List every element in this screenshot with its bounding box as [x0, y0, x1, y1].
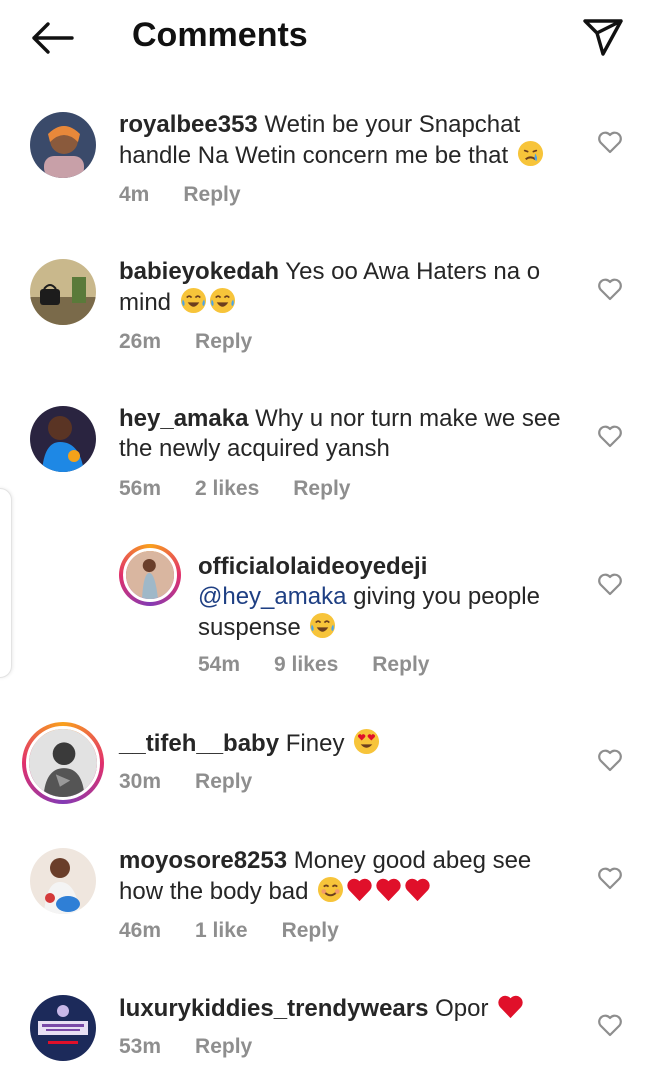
- mention-link[interactable]: @hey_amaka: [198, 583, 346, 610]
- red-heart-emoji: [346, 876, 373, 903]
- comment-meta: 56m 2 likes Reply: [119, 477, 384, 501]
- comment-meta: 54m 9 likes Reply: [198, 653, 463, 677]
- comment-time: 46m: [119, 919, 162, 942]
- comment-body: Wetin be your Snapchat: [264, 111, 521, 138]
- comment-username[interactable]: luxurykiddies_trendywears: [119, 995, 428, 1022]
- like-heart-icon[interactable]: [597, 1013, 623, 1037]
- comment-likes[interactable]: 2 likes: [195, 477, 259, 500]
- comment-text: __tifeh__baby Finey: [119, 728, 380, 759]
- crying-face-emoji: [517, 140, 544, 167]
- reply-button[interactable]: Reply: [195, 330, 252, 353]
- comment-meta: 46m 1 like Reply: [119, 919, 373, 943]
- comment-time: 4m: [119, 183, 150, 206]
- comment-time: 53m: [119, 1035, 162, 1058]
- comment-body: Why u nor turn make we see: [255, 405, 561, 432]
- reply-button[interactable]: Reply: [372, 653, 429, 676]
- comment-likes[interactable]: 9 likes: [274, 653, 338, 676]
- comment-username[interactable]: royalbee353: [119, 111, 258, 138]
- comment-username[interactable]: hey_amaka: [119, 405, 248, 432]
- like-heart-icon[interactable]: [597, 572, 623, 596]
- comment-body: Finey: [285, 730, 345, 757]
- comment-text: hey_amaka Why u nor turn make we see the…: [119, 404, 561, 464]
- arrow-left-icon: [32, 22, 74, 54]
- comment-body: how the body bad: [119, 878, 309, 905]
- comment-time: 30m: [119, 770, 162, 793]
- comment-text: royalbee353 Wetin be your Snapchat handl…: [119, 110, 544, 171]
- comment-meta: 4m Reply: [119, 183, 275, 207]
- like-heart-icon[interactable]: [597, 277, 623, 301]
- red-heart-emoji: [497, 993, 524, 1020]
- comment-body: Opor: [435, 995, 489, 1022]
- comment-username[interactable]: babieyokedah: [119, 258, 279, 285]
- comment-meta: 30m Reply: [119, 770, 286, 794]
- header-bar: Comments: [0, 0, 662, 80]
- avatar-story-ring[interactable]: [22, 722, 104, 804]
- comment-username[interactable]: moyosore8253: [119, 847, 287, 874]
- reply-button[interactable]: Reply: [293, 477, 350, 500]
- comment-username[interactable]: officialolaideoyedeji: [198, 553, 427, 580]
- paper-plane-icon: [583, 19, 623, 56]
- comment-body: Money good abeg see: [293, 847, 532, 874]
- tears-of-joy-emoji: [180, 287, 207, 314]
- tears-of-joy-emoji: [209, 287, 236, 314]
- comment-time: 54m: [198, 653, 241, 676]
- comment-text: moyosore8253 Money good abeg see how the…: [119, 846, 531, 907]
- comment-body: giving you people: [353, 583, 540, 610]
- reply-button[interactable]: Reply: [282, 919, 339, 942]
- red-heart-emoji: [375, 876, 402, 903]
- reply-button[interactable]: Reply: [183, 183, 240, 206]
- like-heart-icon[interactable]: [597, 866, 623, 890]
- comment-body: suspense: [198, 614, 301, 641]
- red-heart-emoji: [404, 876, 431, 903]
- comment-body: handle Na Wetin concern me be that: [119, 142, 509, 169]
- comment-text: babieyokedah Yes oo Awa Haters na o mind: [119, 257, 540, 318]
- smiling-face-emoji: [317, 876, 344, 903]
- avatar-story-ring[interactable]: [119, 544, 181, 606]
- comment-text: luxurykiddies_trendywears Opor: [119, 993, 524, 1024]
- comment-body: Yes oo Awa Haters na o: [285, 258, 541, 285]
- avatar[interactable]: [30, 259, 96, 325]
- reply-button[interactable]: Reply: [195, 1035, 252, 1058]
- like-heart-icon[interactable]: [597, 130, 623, 154]
- avatar[interactable]: [30, 995, 96, 1061]
- back-button[interactable]: [28, 18, 76, 58]
- reply-button[interactable]: Reply: [195, 770, 252, 793]
- comment-time: 56m: [119, 477, 162, 500]
- avatar[interactable]: [30, 848, 96, 914]
- like-heart-icon[interactable]: [597, 424, 623, 448]
- share-button[interactable]: [580, 16, 626, 58]
- comment-meta: 53m Reply: [119, 1035, 286, 1059]
- comment-time: 26m: [119, 330, 162, 353]
- page-title: Comments: [132, 16, 308, 54]
- avatar[interactable]: [30, 406, 96, 472]
- side-panel-edge: [0, 488, 12, 678]
- comment-body: mind: [119, 289, 172, 316]
- comment-username[interactable]: __tifeh__baby: [119, 730, 279, 757]
- comment-body: the newly acquired yansh: [119, 435, 390, 462]
- comment-meta: 26m Reply: [119, 330, 286, 354]
- tears-of-joy-emoji: [309, 612, 336, 639]
- avatar[interactable]: [30, 112, 96, 178]
- comment-likes[interactable]: 1 like: [195, 919, 248, 942]
- like-heart-icon[interactable]: [597, 748, 623, 772]
- comment-text: officialolaideoyedeji @hey_amaka giving …: [198, 552, 540, 643]
- heart-eyes-emoji: [353, 728, 380, 755]
